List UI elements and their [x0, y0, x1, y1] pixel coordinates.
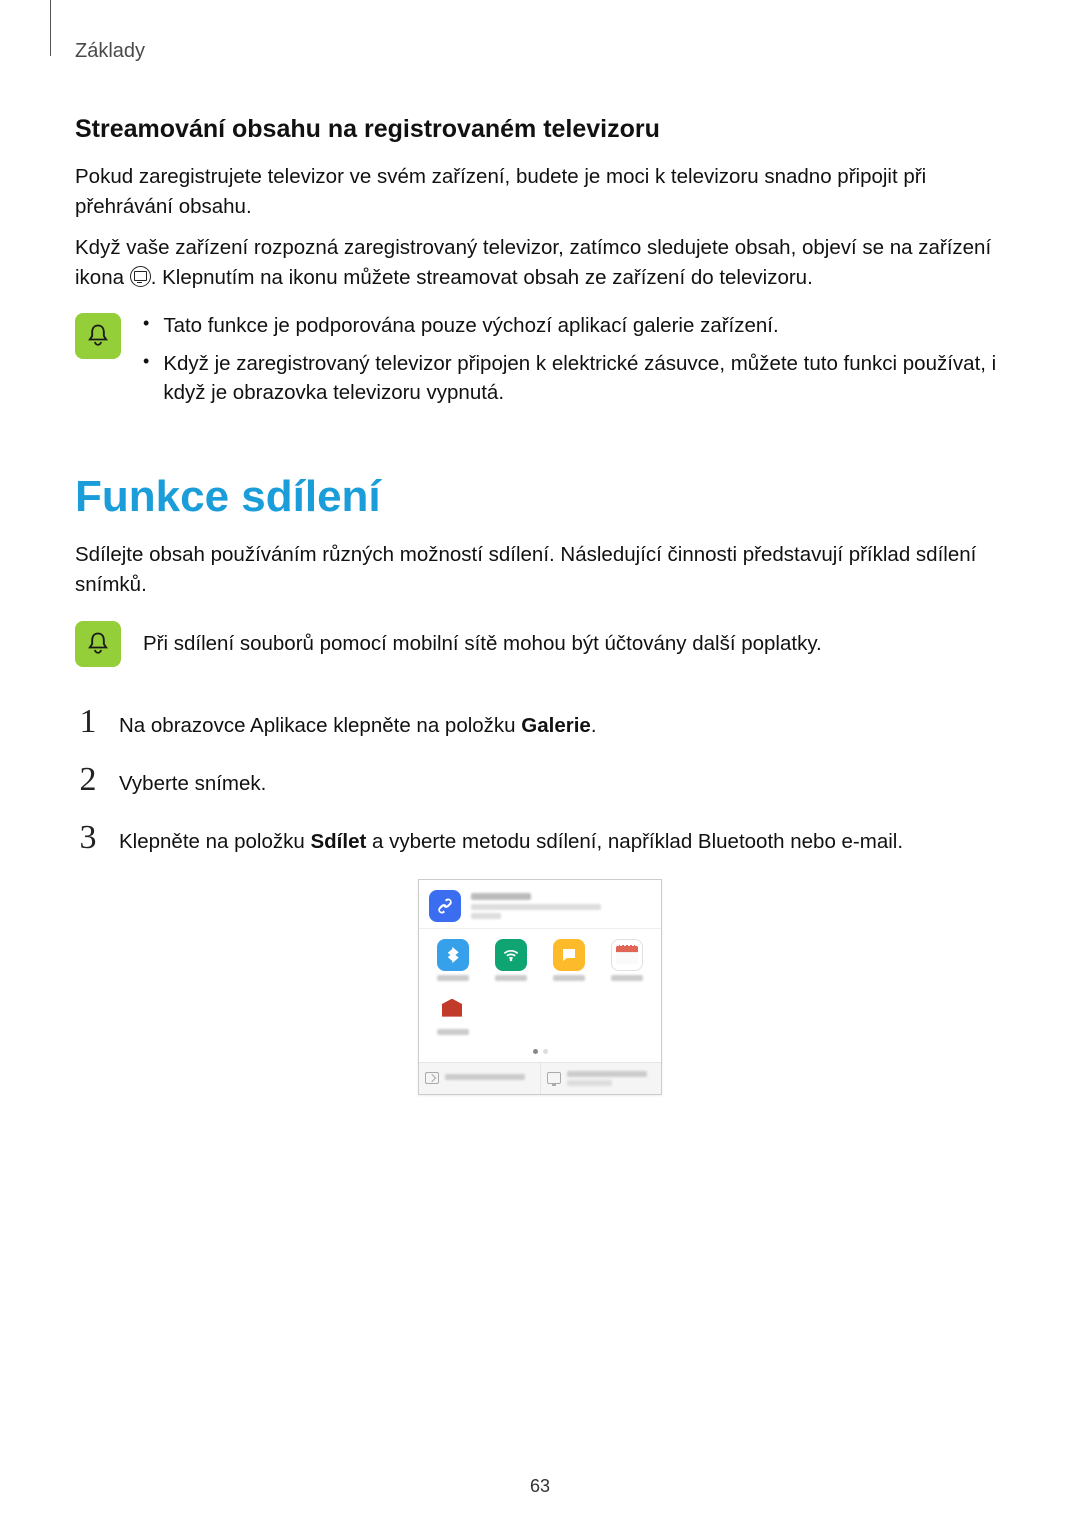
text: Vyberte snímek. — [119, 772, 266, 795]
paragraph: Sdílejte obsah používáním různých možnos… — [75, 540, 1005, 599]
note-text: Při sdílení souborů pomocí mobilní sítě … — [143, 629, 822, 659]
share-bottom-options — [419, 1062, 661, 1094]
step-item: 2 Vyberte snímek. — [75, 763, 1005, 799]
link-sharing-row — [419, 880, 661, 929]
share-app-wifidirect — [485, 939, 537, 981]
share-transfer-files — [419, 1063, 540, 1094]
note-bullet-list: • Tato funkce je podporována pouze výchoz… — [143, 311, 1005, 416]
text: Klepněte na položku — [119, 830, 310, 853]
step-item: 3 Klepněte na položku Sdílet a vyberte m… — [75, 821, 1005, 857]
smart-view-icon — [547, 1072, 561, 1084]
step-number: 2 — [75, 763, 101, 797]
step-text: Vyberte snímek. — [119, 765, 266, 799]
bluetooth-icon — [437, 939, 469, 971]
bullet-text: Když je zaregistrovaný televizor připoje… — [163, 349, 1005, 408]
step-number: 3 — [75, 821, 101, 855]
step-text: Klepněte na položku Sdílet a vyberte met… — [119, 823, 903, 857]
share-apps-row-2 — [419, 987, 661, 1045]
memo-icon — [611, 939, 643, 971]
bell-note-icon — [75, 313, 121, 359]
note-block: Při sdílení souborů pomocí mobilní sítě … — [75, 619, 1005, 667]
section-heading-streaming: Streamování obsahu na registrovaném tele… — [75, 115, 1005, 144]
share-app-email — [427, 993, 479, 1035]
text: a vyberte metodu sdílení, například Blue… — [366, 830, 903, 853]
bold-text: Galerie — [521, 714, 591, 737]
email-icon — [437, 993, 469, 1025]
page-number: 63 — [0, 1476, 1080, 1497]
wifi-direct-icon — [495, 939, 527, 971]
page-content: Základy Streamování obsahu na registrova… — [0, 0, 1080, 1527]
bold-text: Sdílet — [310, 830, 366, 853]
share-app-bluetooth — [427, 939, 479, 981]
paragraph: Když vaše zařízení rozpozná zaregistrova… — [75, 233, 1005, 292]
text: . — [591, 714, 597, 737]
step-number: 1 — [75, 705, 101, 739]
page-header: Základy — [75, 40, 1005, 63]
link-sharing-icon — [429, 890, 461, 922]
share-app-messages — [543, 939, 595, 981]
bullet-dot: • — [143, 349, 149, 408]
share-sheet-screenshot — [418, 879, 662, 1095]
bell-note-icon — [75, 621, 121, 667]
step-item: 1 Na obrazovce Aplikace klepněte na polo… — [75, 705, 1005, 741]
share-pager — [419, 1045, 661, 1062]
cast-icon — [130, 266, 151, 287]
step-text: Na obrazovce Aplikace klepněte na položk… — [119, 707, 597, 741]
device-transfer-icon — [425, 1072, 439, 1084]
section-heading-share: Funkce sdílení — [75, 472, 1005, 522]
text: . Klepnutím na ikonu můžete streamovat o… — [151, 266, 813, 289]
share-app-memo — [601, 939, 653, 981]
text: Na obrazovce Aplikace klepněte na položk… — [119, 714, 521, 737]
note-block: • Tato funkce je podporována pouze výchoz… — [75, 311, 1005, 416]
bullet-text: Tato funkce je podporována pouze výchozí… — [163, 311, 778, 341]
share-apps-row-1 — [419, 929, 661, 987]
share-smart-view — [540, 1063, 662, 1094]
bullet-dot: • — [143, 311, 149, 341]
paragraph: Pokud zaregistrujete televizor ve svém z… — [75, 162, 1005, 221]
messages-icon — [553, 939, 585, 971]
link-sharing-label — [471, 893, 601, 919]
